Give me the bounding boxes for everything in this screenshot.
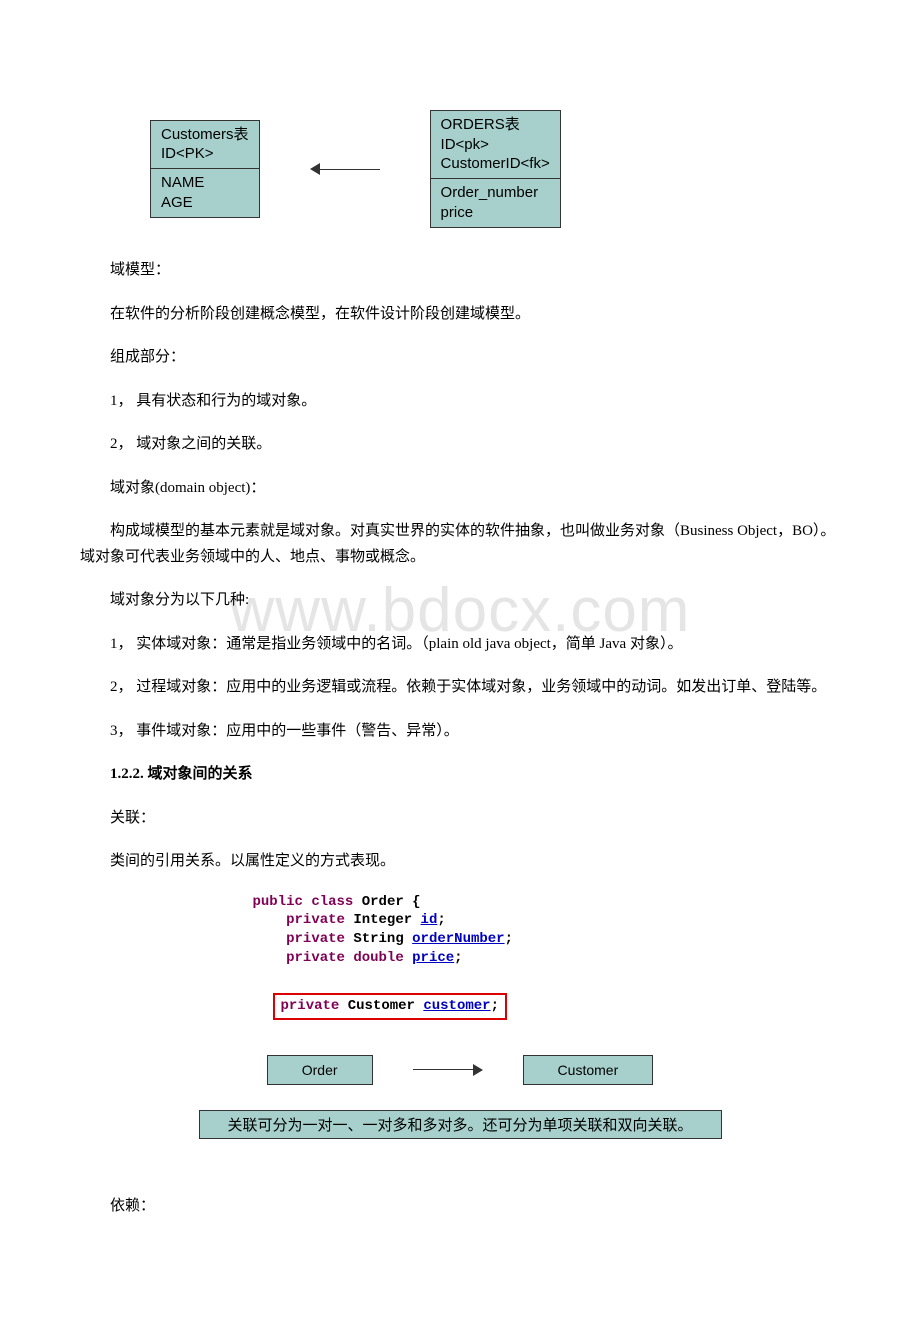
paragraph: 1， 具有状态和行为的域对象。 — [80, 389, 840, 415]
identifier: orderNumber — [412, 931, 504, 947]
paragraph: 在软件的分析阶段创建概念模型，在软件设计阶段创建域模型。 — [80, 302, 840, 328]
paragraph: 依赖： — [80, 1194, 840, 1220]
customers-header-line: ID<PK> — [161, 144, 249, 164]
customers-header-line: Customers表 — [161, 125, 249, 145]
type: Order — [362, 894, 404, 910]
er-diagram: Customers表 ID<PK> NAME AGE ORDERS表 ID<pk… — [150, 110, 840, 228]
type: Integer — [353, 912, 412, 928]
orders-table-box: ORDERS表 ID<pk> CustomerID<fk> Order_numb… — [430, 110, 561, 228]
identifier: customer — [423, 998, 490, 1014]
customers-body-line: AGE — [161, 193, 249, 213]
paragraph: 2， 域对象之间的关联。 — [80, 432, 840, 458]
paragraph: 域对象分为以下几种: — [80, 588, 840, 614]
paragraph: 2， 过程域对象：应用中的业务逻辑或流程。依赖于实体域对象，业务领域中的动词。如… — [80, 675, 840, 701]
type: Customer — [348, 998, 415, 1014]
paragraph: 域模型： — [80, 258, 840, 284]
semi: ; — [491, 998, 499, 1014]
customers-body-line: NAME — [161, 173, 249, 193]
paragraph: 关联： — [80, 806, 840, 832]
orders-header-line: ORDERS表 — [441, 115, 550, 135]
section-heading: 1.2.2. 域对象间的关系 — [80, 762, 840, 788]
type: String — [353, 931, 403, 947]
semi: ; — [454, 950, 462, 966]
customers-table-box: Customers表 ID<PK> NAME AGE — [150, 120, 260, 219]
paragraph: 3， 事件域对象：应用中的一些事件（警告、异常）。 — [80, 719, 840, 745]
association-diagram: Order Customer — [80, 1055, 840, 1085]
paragraph: 1， 实体域对象：通常是指业务领域中的名词。（plain old java ob… — [80, 632, 840, 658]
order-box: Order — [267, 1055, 373, 1085]
kw: class — [311, 894, 353, 910]
customer-box: Customer — [523, 1055, 654, 1085]
paragraph: 组成部分： — [80, 345, 840, 371]
orders-header-line: ID<pk> — [441, 135, 550, 155]
highlighted-line: private Customer customer; — [273, 993, 507, 1020]
semi: ; — [437, 912, 445, 928]
association-note: 关联可分为一对一、一对多和多对多。还可分为单项关联和双向关联。 — [199, 1110, 722, 1139]
orders-header-line: CustomerID<fk> — [441, 154, 550, 174]
paragraph: 类间的引用关系。以属性定义的方式表现。 — [80, 849, 840, 875]
kw: public — [253, 894, 303, 910]
kw: private — [286, 912, 345, 928]
paragraph: 构成域模型的基本元素就是域对象。对真实世界的实体的软件抽象，也叫做业务对象（Bu… — [80, 519, 840, 570]
orders-body-line: price — [441, 203, 550, 223]
type: double — [353, 950, 403, 966]
kw: private — [286, 950, 345, 966]
arrow-left-icon — [310, 163, 380, 175]
semi: ; — [505, 931, 513, 947]
kw: private — [281, 998, 340, 1014]
kw: private — [286, 931, 345, 947]
arrow-right-icon — [413, 1064, 483, 1076]
orders-body-line: Order_number — [441, 183, 550, 203]
identifier: price — [412, 950, 454, 966]
identifier: id — [421, 912, 438, 928]
brace: { — [404, 894, 421, 910]
paragraph: 域对象(domain object)： — [80, 476, 840, 502]
code-block: public class Order { private Integer id;… — [253, 893, 668, 1020]
